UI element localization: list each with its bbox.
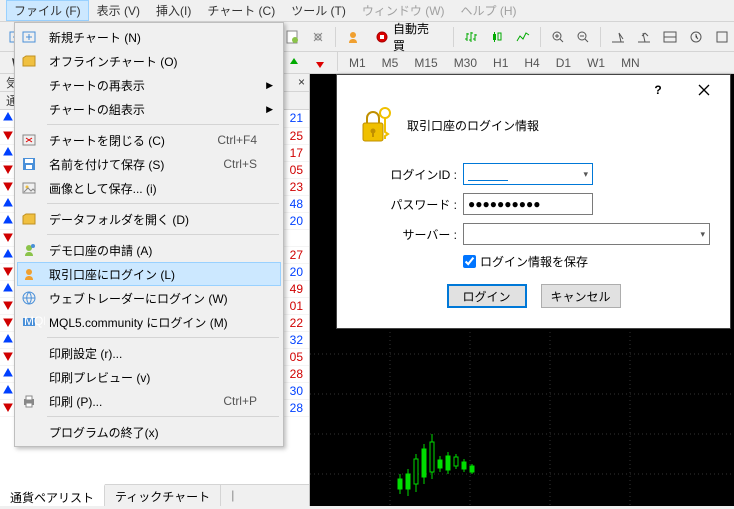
menu-item-s[interactable]: 名前を付けて保存 (S)Ctrl+S	[17, 152, 281, 176]
menu-挿入(I)[interactable]: 挿入(I)	[148, 0, 199, 21]
menu-ツール[interactable]: ツール (T)	[283, 0, 354, 21]
menu-item-r[interactable]: 印刷設定 (r)...	[17, 341, 281, 365]
menu-ウィンドウ: ウィンドウ (W)	[354, 0, 453, 21]
experts-btn[interactable]	[341, 25, 365, 49]
timeframe-M5[interactable]: M5	[374, 54, 407, 72]
login-icon	[21, 266, 45, 282]
menu-item-[interactable]: チャートの組表示▶	[17, 97, 281, 121]
tab-symbols[interactable]: 通貨ペアリスト	[0, 484, 105, 506]
mql5-icon: MQL	[21, 314, 45, 330]
server-combo[interactable]: ▾	[463, 223, 710, 245]
offline-icon	[21, 53, 45, 69]
new-chart-icon	[21, 29, 45, 45]
svg-text:MQL: MQL	[24, 314, 45, 328]
login-label: ログインID :	[357, 166, 463, 183]
lock-keys-icon	[357, 105, 397, 145]
chart-shift-btn[interactable]	[632, 25, 656, 49]
market-watch-tabs: 通貨ペアリスト ティックチャート |	[0, 484, 309, 506]
menu-item-c[interactable]: チャートを閉じる (C)Ctrl+F4	[17, 128, 281, 152]
bar-chart-btn[interactable]	[459, 25, 483, 49]
chevron-right-icon: ▶	[266, 80, 273, 91]
login-button[interactable]: ログイン	[447, 284, 527, 308]
password-label: パスワード :	[357, 196, 463, 213]
password-field[interactable]	[463, 193, 593, 215]
menu-item-x[interactable]: プログラムの終了(x)	[17, 420, 281, 444]
indicators-btn[interactable]	[658, 25, 682, 49]
menu-item-o[interactable]: オフラインチャート (O)	[17, 49, 281, 73]
menubar: ファイル (F)表示 (V)挿入(I)チャート (C)ツール (T)ウィンドウ …	[0, 0, 734, 22]
menu-item-p[interactable]: 印刷 (P)...Ctrl+P	[17, 389, 281, 413]
line-chart-btn[interactable]	[511, 25, 535, 49]
candle-chart-btn[interactable]	[485, 25, 509, 49]
timeframe-D1[interactable]: D1	[548, 54, 579, 72]
timeframe-H4[interactable]: H4	[516, 54, 547, 72]
menu-item-mqlcommunitym[interactable]: MQLMQL5.community にログイン (M)	[17, 310, 281, 334]
demo-icon	[21, 242, 45, 258]
cancel-button[interactable]: キャンセル	[541, 284, 621, 308]
menu-チャート[interactable]: チャート (C)	[199, 0, 283, 21]
timeframe-MN[interactable]: MN	[613, 54, 648, 72]
image-icon	[21, 180, 45, 196]
arrow-up-icon[interactable]	[282, 51, 306, 75]
login-dialog: ? 取引口座のログイン情報 ログインID : ▾ パスワード :	[336, 74, 731, 329]
login-id-combo[interactable]: ▾	[463, 163, 593, 185]
chevron-down-icon: ▾	[700, 229, 705, 240]
timeframe-M30[interactable]: M30	[446, 54, 485, 72]
timeframe-W1[interactable]: W1	[579, 54, 613, 72]
save-login-label: ログイン情報を保存	[480, 253, 588, 270]
zoom-in-btn[interactable]	[546, 25, 570, 49]
chevron-down-icon: ▾	[583, 169, 588, 180]
menu-ファイル[interactable]: ファイル (F)	[6, 0, 89, 21]
menu-item-v[interactable]: 印刷プレビュー (v)	[17, 365, 281, 389]
dialog-titlebar: ?	[337, 75, 730, 105]
menu-ヘルプ: ヘルプ (H)	[453, 0, 525, 21]
save-icon	[21, 156, 45, 172]
tab-tick-chart[interactable]: ティックチャート	[105, 485, 221, 506]
timeframe-M1[interactable]: M1	[341, 54, 374, 72]
file-menu: 新規チャート (N)オフラインチャート (O)チャートの再表示▶チャートの組表示…	[14, 22, 284, 447]
timeframe-M15[interactable]: M15	[406, 54, 445, 72]
menu-item-w[interactable]: ウェブトレーダーにログイン (W)	[17, 286, 281, 310]
menu-item-a[interactable]: デモ口座の申請 (A)	[17, 238, 281, 262]
server-label: サーバー :	[357, 226, 463, 243]
close-button[interactable]	[684, 76, 724, 104]
menu-item-n[interactable]: 新規チャート (N)	[17, 25, 281, 49]
options-btn[interactable]	[306, 25, 330, 49]
menu-item-[interactable]: チャートの再表示▶	[17, 73, 281, 97]
help-button[interactable]: ?	[638, 76, 678, 104]
periods-btn[interactable]	[684, 25, 708, 49]
timeframe-H1[interactable]: H1	[485, 54, 516, 72]
autotrade-label: 自動売買	[393, 20, 441, 54]
print-icon	[21, 393, 45, 409]
chevron-right-icon: ▶	[266, 104, 273, 115]
dialog-title: 取引口座のログイン情報	[407, 117, 539, 134]
templates-btn[interactable]	[710, 25, 734, 49]
arrow-down-icon[interactable]	[308, 51, 332, 75]
folder-icon	[21, 211, 45, 227]
save-login-checkbox[interactable]	[463, 255, 476, 268]
panel-close-icon[interactable]: ×	[298, 75, 305, 89]
zoom-out-btn[interactable]	[572, 25, 596, 49]
menu-item-d[interactable]: データフォルダを開く (D)	[17, 207, 281, 231]
autotrade-btn[interactable]: 自動売買	[367, 25, 448, 49]
menu-item-l[interactable]: 取引口座にログイン (L)	[17, 262, 281, 286]
menu-item-i[interactable]: 画像として保存... (i)	[17, 176, 281, 200]
close-icon	[21, 132, 45, 148]
menu-表示[interactable]: 表示 (V)	[89, 0, 148, 21]
autoscroll-btn[interactable]	[606, 25, 630, 49]
web-icon	[21, 290, 45, 306]
